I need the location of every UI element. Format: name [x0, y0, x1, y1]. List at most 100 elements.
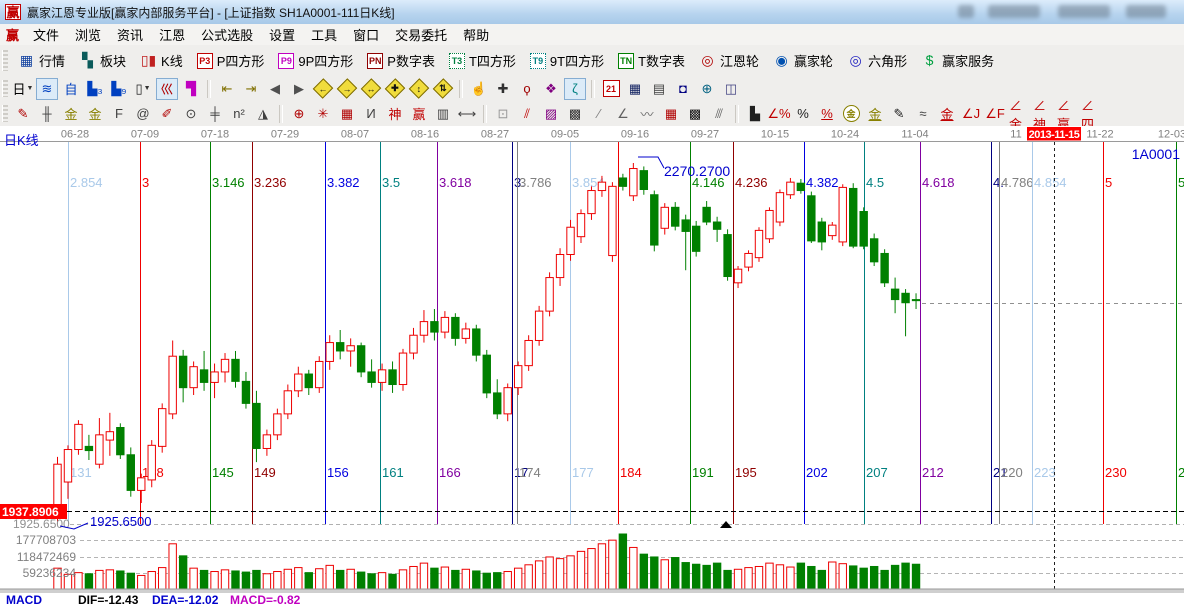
menu-formula-stock-pick[interactable]: 公式选股 — [193, 23, 261, 46]
j-angle-tool-button[interactable]: ∠J — [960, 103, 982, 125]
menu-window[interactable]: 窗口 — [345, 23, 387, 46]
p-number-table-button[interactable]: PNP数字表 — [364, 49, 438, 72]
spiral-tool-button[interactable]: @ — [132, 103, 154, 125]
gold-angle-tool-button[interactable]: ∠金 — [1008, 103, 1030, 125]
bars-tool-button[interactable]: ▙ — [744, 103, 766, 125]
wave-panel-button[interactable]: ≋ — [36, 78, 58, 100]
menu-news[interactable]: 资讯 — [109, 23, 151, 46]
angle-tool-button[interactable]: ∠ — [612, 103, 634, 125]
parallel-tool-button[interactable]: ⫻ — [708, 103, 730, 125]
page-prev-button[interactable]: ◀ — [264, 78, 286, 100]
t-square-button[interactable]: T3T四方形 — [446, 49, 519, 72]
quotes-button[interactable]: ▦行情 — [15, 49, 68, 72]
kline-chart-canvas[interactable]: 06-2807-0907-1807-2908-0708-1608-2709-05… — [0, 126, 1184, 593]
compress-vertical-button[interactable]: ⇅ — [432, 78, 454, 100]
macd-indicator-label[interactable]: MACD — [6, 593, 42, 607]
span-tool-button[interactable]: ⟷ — [456, 103, 478, 125]
grid-lines-tool-button[interactable]: ╫ — [36, 103, 58, 125]
win-angle-tool-button[interactable]: ∠赢 — [1056, 103, 1078, 125]
shift-right-button[interactable]: → — [336, 78, 358, 100]
percent-tool-button[interactable]: % — [792, 103, 814, 125]
app-menu-icon[interactable]: 赢 — [6, 25, 19, 44]
percent-line-tool-button[interactable]: % — [816, 103, 838, 125]
time-grid-tool-button[interactable]: ╪ — [204, 103, 226, 125]
marker-tool-button[interactable]: ✐ — [156, 103, 178, 125]
9p-square-button[interactable]: P99P四方形 — [275, 49, 356, 72]
jump-last-button[interactable]: ⇥ — [240, 78, 262, 100]
gold-red-tool-button[interactable]: 金 — [936, 103, 958, 125]
9t-square-button[interactable]: T99T四方形 — [527, 49, 607, 72]
toolbar-grip[interactable] — [2, 50, 8, 72]
notes-button[interactable]: ▤ — [648, 78, 670, 100]
t-number-table-button[interactable]: TNT数字表 — [615, 49, 688, 72]
sectors-button[interactable]: ▚板块 — [76, 49, 129, 72]
crosshair-tool-button[interactable]: ✚ — [492, 78, 514, 100]
expand-horizontal-button[interactable]: ↔ — [360, 78, 382, 100]
shen-angle-tool-button[interactable]: ∠神 — [1032, 103, 1054, 125]
pen-tool-button[interactable]: ✎ — [12, 103, 34, 125]
page-next-button[interactable]: ▶ — [288, 78, 310, 100]
draw-tool-button[interactable]: ✎ — [888, 103, 910, 125]
pattern-panel-button[interactable]: 巛 — [156, 78, 178, 100]
title-bar[interactable]: 赢 赢家江恩专业版[赢家内部服务平台] - [上证指数 SH1A0001-111… — [0, 0, 1184, 25]
save-button[interactable]: ◘ — [672, 78, 694, 100]
n-wave-tool-button[interactable]: И — [360, 103, 382, 125]
square-of-nine-tool-button[interactable]: n² — [228, 103, 250, 125]
jump-first-button[interactable]: ⇤ — [216, 78, 238, 100]
single-candle-button[interactable]: ▯▼ — [132, 78, 154, 100]
period-daily-button[interactable]: 日▼ — [12, 78, 34, 100]
flag-tool-button[interactable]: ◮ — [252, 103, 274, 125]
gann-tools-button[interactable]: ❖ — [540, 78, 562, 100]
gold-grid-tool-button[interactable]: 金 — [60, 103, 82, 125]
zoom-tool-button[interactable]: ϙ — [516, 78, 538, 100]
chart-area[interactable]: 06-2807-0907-1807-2908-0708-1608-2709-05… — [0, 126, 1184, 593]
wave-mode-button[interactable]: ζ — [564, 78, 586, 100]
p-square-button[interactable]: P3P四方形 — [194, 49, 268, 72]
menu-file[interactable]: 文件 — [25, 23, 67, 46]
gann-box-tool-button[interactable]: ▦ — [660, 103, 682, 125]
shen-tool-button[interactable]: 神 — [384, 103, 406, 125]
calendar-button[interactable]: 21 — [600, 78, 622, 100]
kline-button[interactable]: ▯▮K线 — [137, 49, 186, 72]
menu-tools[interactable]: 工具 — [303, 23, 345, 46]
zigzag-tool-button[interactable]: 〰 — [636, 103, 658, 125]
web-link-button[interactable]: ⊕ — [696, 78, 718, 100]
info-doc-button[interactable]: 自 — [60, 78, 82, 100]
gold-circle-tool-button[interactable]: 金 — [840, 103, 862, 125]
wave-tool-button[interactable]: ≈ — [912, 103, 934, 125]
winner-service-button[interactable]: $赢家服务 — [918, 49, 997, 72]
trend-line-tool-button[interactable]: ∕ — [588, 103, 610, 125]
web-tool-button[interactable]: ✳ — [312, 103, 334, 125]
fan-lines-tool-button[interactable]: ⫽ — [516, 103, 538, 125]
percent-angle-tool-button[interactable]: ∠% — [768, 103, 790, 125]
circle-cross-tool-button[interactable]: ⊕ — [288, 103, 310, 125]
purple-grid-tool-button[interactable]: ▨ — [540, 103, 562, 125]
shift-left-button[interactable]: ← — [312, 78, 334, 100]
gold-line-tool-button[interactable]: 金 — [864, 103, 886, 125]
ruler-tool-button[interactable]: ▥ — [432, 103, 454, 125]
fibonacci-tool-button[interactable]: F — [108, 103, 130, 125]
color-chart-button[interactable]: ▜ — [180, 78, 202, 100]
dense-grid-tool-button[interactable]: ▩ — [564, 103, 586, 125]
win-tool-button[interactable]: 赢 — [408, 103, 430, 125]
bars-9-button[interactable]: ▙₉ — [108, 78, 130, 100]
toolbar-grip[interactable] — [2, 105, 8, 123]
computer-button[interactable]: ◫ — [720, 78, 742, 100]
four-angle-tool-button[interactable]: ∠四 — [1080, 103, 1102, 125]
hand-tool-button[interactable]: ☝ — [468, 78, 490, 100]
cycle-circle-tool-button[interactable]: ⊙ — [180, 103, 202, 125]
compress-horizontal-button[interactable]: ✚ — [384, 78, 406, 100]
gold-grid2-tool-button[interactable]: 金 — [84, 103, 106, 125]
menu-gann[interactable]: 江恩 — [151, 23, 193, 46]
menu-help[interactable]: 帮助 — [455, 23, 497, 46]
expand-vertical-button[interactable]: ↕ — [408, 78, 430, 100]
menu-trade-entrust[interactable]: 交易委托 — [387, 23, 455, 46]
bars-3-button[interactable]: ▙₃ — [84, 78, 106, 100]
hexagon-button[interactable]: ◎六角形 — [844, 49, 910, 72]
black-grid-tool-button[interactable]: ▩ — [684, 103, 706, 125]
gann-wheel-button[interactable]: ◎江恩轮 — [696, 49, 762, 72]
box-tool-button[interactable]: ⊡ — [492, 103, 514, 125]
winner-wheel-button[interactable]: ◉赢家轮 — [770, 49, 836, 72]
red-grid-tool-button[interactable]: ▦ — [336, 103, 358, 125]
f-angle-tool-button[interactable]: ∠F — [984, 103, 1006, 125]
